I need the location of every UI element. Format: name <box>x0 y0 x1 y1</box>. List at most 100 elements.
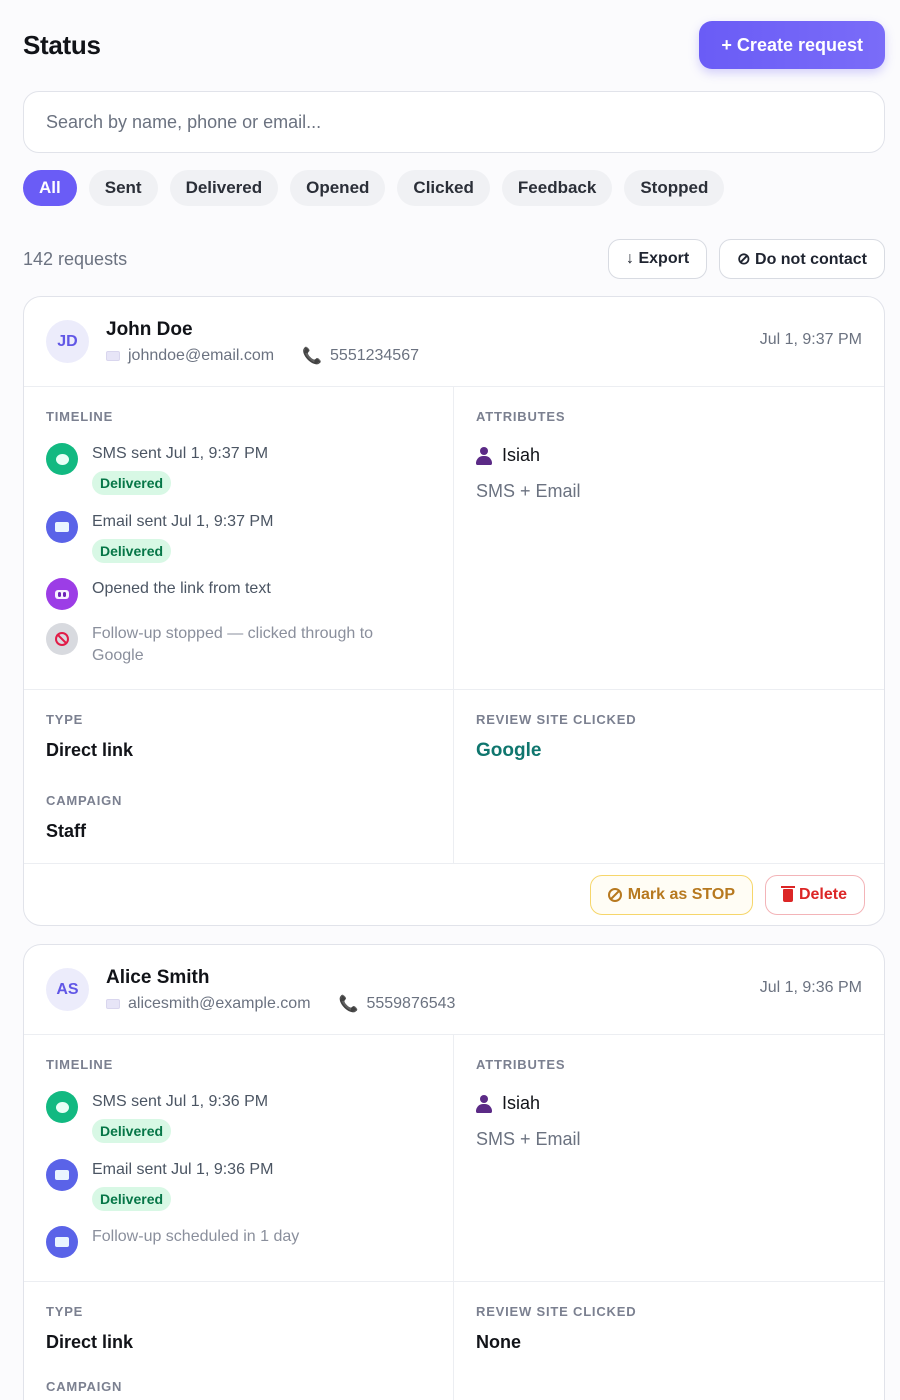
email-icon <box>46 1159 78 1191</box>
timeline-text: Email sent Jul 1, 9:36 PM <box>92 1161 274 1178</box>
trash-icon <box>780 885 795 902</box>
timeline-item: Email sent Jul 1, 9:37 PM Delivered <box>46 511 274 564</box>
review-site-panel: REVIEW SITE CLICKED Google <box>454 690 884 864</box>
phone-icon: 📞 <box>338 996 359 1013</box>
card-actions: Mark as STOP Delete <box>24 864 884 925</box>
search-input[interactable] <box>23 91 885 153</box>
request-count: 142 requests <box>23 248 128 269</box>
filter-clicked[interactable]: Clicked <box>397 170 490 206</box>
attributes-label: ATTRIBUTES <box>476 409 566 424</box>
contact-details: alicesmith@example.com 📞 5559876543 <box>106 994 455 1014</box>
type-campaign-panel: TYPE Direct link CAMPAIGN <box>24 1282 454 1400</box>
contact-name: Alice Smith <box>106 967 210 988</box>
delete-button[interactable]: Delete <box>764 875 865 915</box>
contact-email: alicesmith@example.com <box>128 995 311 1012</box>
stopped-icon <box>46 623 78 655</box>
review-site-panel: REVIEW SITE CLICKED None <box>454 1282 884 1400</box>
contact-phone: 5559876543 <box>366 995 456 1012</box>
phone-icon: 📞 <box>302 348 323 365</box>
attribute-person-name: Isiah <box>502 445 541 465</box>
contact-phone: 5551234567 <box>330 347 419 364</box>
timeline-label: TIMELINE <box>46 409 114 424</box>
type-value: Direct link <box>46 740 134 760</box>
attribute-person: Isiah <box>476 1093 540 1114</box>
contact-email: johndoe@email.com <box>128 347 275 364</box>
attribute-person-name: Isiah <box>502 1093 541 1113</box>
card-header: AS Alice Smith alicesmith@example.com 📞 … <box>24 945 884 1035</box>
filter-feedback[interactable]: Feedback <box>501 170 613 206</box>
filter-stopped[interactable]: Stopped <box>624 170 725 206</box>
timeline-item: Follow-up stopped — clicked through to G… <box>46 623 406 668</box>
request-card: AS Alice Smith alicesmith@example.com 📞 … <box>23 944 885 1400</box>
review-site-value: None <box>476 1332 521 1352</box>
filter-delivered[interactable]: Delivered <box>169 170 279 206</box>
timeline-item: SMS sent Jul 1, 9:36 PM Delivered <box>46 1091 269 1144</box>
campaign-value: Staff <box>46 821 86 841</box>
attributes-panel: ATTRIBUTES Isiah SMS + Email <box>454 1035 884 1282</box>
type-label: TYPE <box>46 712 84 727</box>
create-request-button[interactable]: + Create request <box>699 21 885 69</box>
timeline-label: TIMELINE <box>46 1057 114 1072</box>
do-not-contact-button[interactable]: ⊘ Do not contact <box>719 239 885 279</box>
timeline-text: Follow-up scheduled in 1 day <box>92 1228 300 1245</box>
filter-all[interactable]: All <box>23 170 77 206</box>
type-value: Direct link <box>46 1332 134 1352</box>
timeline-text: Follow-up stopped — clicked through to G… <box>92 625 374 665</box>
attribute-channel: SMS + Email <box>476 481 581 501</box>
page-title: Status <box>23 29 101 60</box>
campaign-label: CAMPAIGN <box>46 1379 123 1394</box>
timeline-item: Opened the link from text <box>46 578 271 610</box>
mail-icon <box>106 351 120 361</box>
campaign-label: CAMPAIGN <box>46 793 123 808</box>
avatar: JD <box>46 320 89 363</box>
review-site-value: Google <box>476 740 542 761</box>
review-site-label: REVIEW SITE CLICKED <box>476 1304 637 1319</box>
delete-label: Delete <box>798 886 847 903</box>
request-summary-bar: 142 requests ↓ Export ⊘ Do not contact <box>23 239 885 279</box>
person-icon <box>476 446 492 465</box>
avatar: AS <box>46 968 89 1011</box>
review-site-label: REVIEW SITE CLICKED <box>476 712 637 727</box>
mail-icon <box>106 999 120 1009</box>
request-time: Jul 1, 9:36 PM <box>759 979 862 996</box>
delivered-badge: Delivered <box>92 1119 172 1144</box>
delivered-badge: Delivered <box>92 471 172 496</box>
request-card: JD John Doe johndoe@email.com 📞 55512345… <box>23 296 885 926</box>
delivered-badge: Delivered <box>92 1187 172 1212</box>
delivered-badge: Delivered <box>92 539 172 564</box>
timeline-panel: TIMELINE SMS sent Jul 1, 9:36 PM Delivere… <box>24 1035 454 1282</box>
sms-icon <box>46 1091 78 1123</box>
attribute-channel: SMS + Email <box>476 1129 581 1149</box>
contact-details: johndoe@email.com 📞 5551234567 <box>106 346 419 366</box>
status-filter-tabs: All Sent Delivered Opened Clicked Feedba… <box>23 170 725 206</box>
type-campaign-panel: TYPE Direct link CAMPAIGN Staff <box>24 690 454 864</box>
contact-name: John Doe <box>106 319 193 340</box>
request-time: Jul 1, 9:37 PM <box>759 331 862 348</box>
attributes-panel: ATTRIBUTES Isiah SMS + Email <box>454 387 884 690</box>
attribute-person: Isiah <box>476 445 540 466</box>
stop-icon <box>607 888 622 902</box>
timeline-text: Email sent Jul 1, 9:37 PM <box>92 513 274 530</box>
timeline-text: SMS sent Jul 1, 9:37 PM <box>92 445 269 462</box>
mark-as-stop-button[interactable]: Mark as STOP <box>589 875 753 915</box>
person-icon <box>476 1094 492 1113</box>
email-icon <box>46 511 78 543</box>
type-label: TYPE <box>46 1304 84 1319</box>
timeline-item: SMS sent Jul 1, 9:37 PM Delivered <box>46 443 269 496</box>
card-header: JD John Doe johndoe@email.com 📞 55512345… <box>24 297 884 387</box>
attributes-label: ATTRIBUTES <box>476 1057 566 1072</box>
timeline-text: SMS sent Jul 1, 9:36 PM <box>92 1093 269 1110</box>
opened-link-icon <box>46 578 78 610</box>
filter-opened[interactable]: Opened <box>290 170 386 206</box>
page-header: Status + Create request <box>23 20 885 70</box>
timeline-text: Opened the link from text <box>92 580 271 597</box>
timeline-item: Follow-up scheduled in 1 day <box>46 1226 299 1258</box>
mark-as-stop-label: Mark as STOP <box>627 886 735 903</box>
export-button[interactable]: ↓ Export <box>608 239 708 279</box>
scheduled-email-icon <box>46 1226 78 1258</box>
timeline-panel: TIMELINE SMS sent Jul 1, 9:37 PM Delivere… <box>24 387 454 690</box>
filter-sent[interactable]: Sent <box>88 170 158 206</box>
sms-icon <box>46 443 78 475</box>
timeline-item: Email sent Jul 1, 9:36 PM Delivered <box>46 1159 274 1212</box>
summary-actions: ↓ Export ⊘ Do not contact <box>608 239 885 279</box>
